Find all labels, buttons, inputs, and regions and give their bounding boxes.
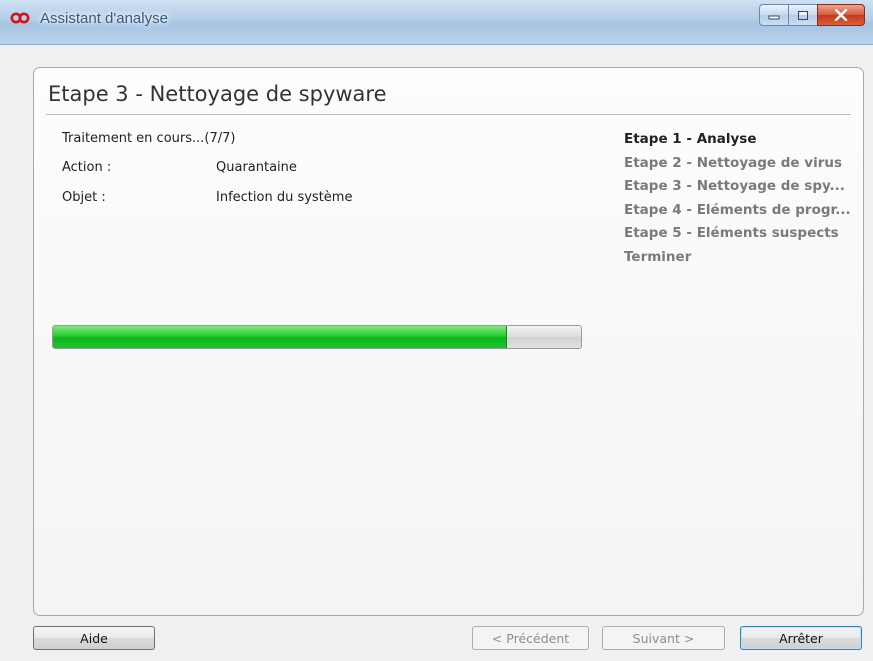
infinity-logo-icon (10, 12, 30, 24)
stop-button[interactable]: Arrêter (740, 626, 862, 650)
help-button[interactable]: Aide (33, 626, 155, 650)
maximize-button[interactable] (788, 4, 817, 26)
step-item: Terminer (624, 248, 692, 265)
title-bar[interactable]: Assistant d'analyse (0, 0, 873, 45)
close-icon (834, 9, 848, 21)
step-item: Etape 4 - Eléments de progr... (624, 201, 851, 218)
wizard-steps-list: Etape 1 - Analyse Etape 2 - Nettoyage de… (624, 128, 851, 269)
step-item: Etape 1 - Analyse (624, 131, 757, 147)
page-title: Etape 3 - Nettoyage de spyware (48, 82, 387, 106)
action-value: Quarantaine (216, 160, 297, 175)
action-label: Action : (62, 160, 112, 175)
title-divider (46, 114, 851, 115)
object-value: Infection du système (216, 190, 353, 205)
progress-bar (52, 325, 582, 349)
status-label: Traitement en cours...(7/7) (62, 131, 236, 146)
previous-button[interactable]: < Précédent (472, 626, 589, 650)
step-item: Etape 5 - Eléments suspects (624, 225, 839, 241)
step-item: Etape 2 - Nettoyage de virus (624, 154, 843, 171)
object-label: Objet : (62, 190, 106, 205)
window-title: Assistant d'analyse (40, 10, 168, 27)
minimize-icon (768, 15, 780, 20)
wizard-panel: Etape 3 - Nettoyage de spyware Traitemen… (33, 67, 864, 616)
step-item: Etape 3 - Nettoyage de spy... (624, 178, 845, 194)
next-button[interactable]: Suivant > (602, 626, 725, 650)
window-controls (759, 4, 865, 26)
close-button[interactable] (817, 4, 865, 26)
progress-fill (53, 326, 508, 348)
maximize-icon (798, 10, 808, 20)
minimize-button[interactable] (759, 4, 788, 26)
analysis-wizard-window: Assistant d'analyse Etape 3 - Nettoyage … (0, 0, 873, 661)
